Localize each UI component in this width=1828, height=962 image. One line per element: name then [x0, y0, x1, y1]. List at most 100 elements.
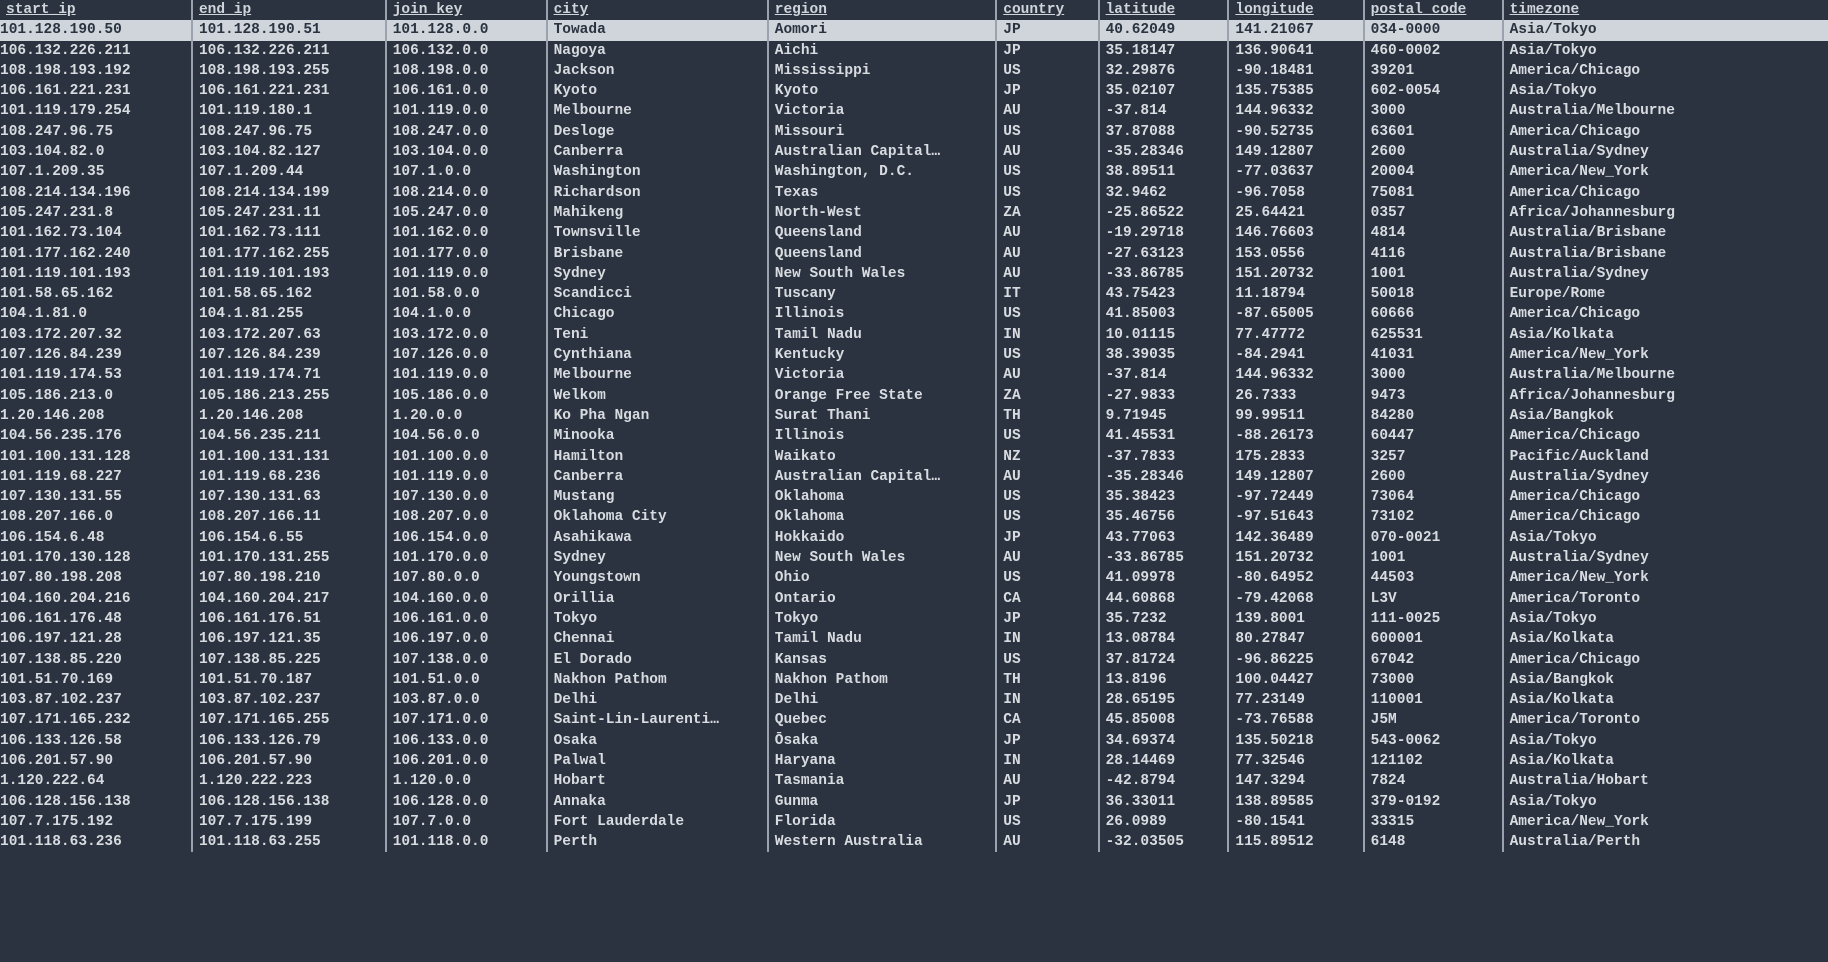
column-header-postal_code[interactable]: postal_code [1364, 0, 1503, 20]
table-row[interactable]: 107.7.175.192107.7.175.199107.7.0.0Fort … [0, 812, 1828, 832]
table-row[interactable]: 106.154.6.48106.154.6.55106.154.0.0Asahi… [0, 528, 1828, 548]
table-row[interactable]: 104.56.235.176104.56.235.211104.56.0.0Mi… [0, 426, 1828, 446]
cell-country: ZA [996, 386, 1098, 406]
data-table[interactable]: start_ipend_ipjoin_keycityregioncountryl… [0, 0, 1828, 852]
cell-start_ip: 101.170.130.128 [0, 548, 192, 568]
cell-longitude: 115.89512 [1228, 832, 1363, 852]
cell-longitude: 100.04427 [1228, 670, 1363, 690]
cell-timezone: America/Chicago [1503, 183, 1828, 203]
table-row[interactable]: 101.177.162.240101.177.162.255101.177.0.… [0, 244, 1828, 264]
table-row[interactable]: 105.247.231.8105.247.231.11105.247.0.0Ma… [0, 203, 1828, 223]
cell-latitude: 36.33011 [1099, 792, 1229, 812]
table-row[interactable]: 108.247.96.75108.247.96.75108.247.0.0Des… [0, 122, 1828, 142]
cell-start_ip: 106.154.6.48 [0, 528, 192, 548]
column-header-join_key[interactable]: join_key [386, 0, 547, 20]
cell-join_key: 103.104.0.0 [386, 142, 547, 162]
cell-postal_code: J5M [1364, 710, 1503, 730]
table-row[interactable]: 108.198.193.192108.198.193.255108.198.0.… [0, 61, 1828, 81]
cell-start_ip: 105.247.231.8 [0, 203, 192, 223]
table-row[interactable]: 107.126.84.239107.126.84.239107.126.0.0C… [0, 345, 1828, 365]
cell-city: Fort Lauderdale [547, 812, 768, 832]
cell-latitude: 44.60868 [1099, 589, 1229, 609]
table-row[interactable]: 103.172.207.32103.172.207.63103.172.0.0T… [0, 325, 1828, 345]
table-row[interactable]: 105.186.213.0105.186.213.255105.186.0.0W… [0, 386, 1828, 406]
cell-timezone: Pacific/Auckland [1503, 447, 1828, 467]
cell-start_ip: 107.171.165.232 [0, 710, 192, 730]
column-header-end_ip[interactable]: end_ip [192, 0, 386, 20]
cell-postal_code: 39201 [1364, 61, 1503, 81]
cell-postal_code: 60666 [1364, 304, 1503, 324]
table-row[interactable]: 107.1.209.35107.1.209.44107.1.0.0Washing… [0, 162, 1828, 182]
table-row[interactable]: 1.120.222.641.120.222.2231.120.0.0Hobart… [0, 771, 1828, 791]
cell-longitude: 144.96332 [1228, 101, 1363, 121]
cell-region: Australian Capital… [768, 142, 997, 162]
table-row[interactable]: 101.119.68.227101.119.68.236101.119.0.0C… [0, 467, 1828, 487]
column-header-timezone[interactable]: timezone [1503, 0, 1828, 20]
cell-timezone: America/New_York [1503, 162, 1828, 182]
cell-join_key: 107.80.0.0 [386, 568, 547, 588]
cell-country: JP [996, 528, 1098, 548]
table-row[interactable]: 108.214.134.196108.214.134.199108.214.0.… [0, 183, 1828, 203]
cell-join_key: 1.120.0.0 [386, 771, 547, 791]
table-row[interactable]: 106.161.176.48106.161.176.51106.161.0.0T… [0, 609, 1828, 629]
table-row[interactable]: 106.197.121.28106.197.121.35106.197.0.0C… [0, 629, 1828, 649]
table-row[interactable]: 101.170.130.128101.170.131.255101.170.0.… [0, 548, 1828, 568]
table-row[interactable]: 1.20.146.2081.20.146.2081.20.0.0Ko Pha N… [0, 406, 1828, 426]
cell-join_key: 107.171.0.0 [386, 710, 547, 730]
cell-latitude: 13.08784 [1099, 629, 1229, 649]
cell-city: Chicago [547, 304, 768, 324]
table-row[interactable]: 101.118.63.236101.118.63.255101.118.0.0P… [0, 832, 1828, 852]
cell-region: Washington, D.C. [768, 162, 997, 182]
table-row[interactable]: 107.171.165.232107.171.165.255107.171.0.… [0, 710, 1828, 730]
cell-timezone: Asia/Kolkata [1503, 629, 1828, 649]
cell-longitude: -73.76588 [1228, 710, 1363, 730]
column-header-country[interactable]: country [996, 0, 1098, 20]
cell-latitude: 32.29876 [1099, 61, 1229, 81]
cell-join_key: 104.56.0.0 [386, 426, 547, 446]
table-row[interactable]: 107.80.198.208107.80.198.210107.80.0.0Yo… [0, 568, 1828, 588]
table-row[interactable]: 101.119.179.254101.119.180.1101.119.0.0M… [0, 101, 1828, 121]
table-row[interactable]: 107.138.85.220107.138.85.225107.138.0.0E… [0, 650, 1828, 670]
table-row[interactable]: 106.132.226.211106.132.226.211106.132.0.… [0, 41, 1828, 61]
cell-timezone: America/Chicago [1503, 426, 1828, 446]
table-row[interactable]: 106.161.221.231106.161.221.231106.161.0.… [0, 81, 1828, 101]
table-row[interactable]: 101.100.131.128101.100.131.131101.100.0.… [0, 447, 1828, 467]
table-row[interactable]: 104.1.81.0104.1.81.255104.1.0.0ChicagoIl… [0, 304, 1828, 324]
column-header-region[interactable]: region [768, 0, 997, 20]
table-row[interactable]: 101.119.101.193101.119.101.193101.119.0.… [0, 264, 1828, 284]
cell-city: Cynthiana [547, 345, 768, 365]
cell-postal_code: 1001 [1364, 548, 1503, 568]
cell-region: Tamil Nadu [768, 325, 997, 345]
cell-join_key: 106.132.0.0 [386, 41, 547, 61]
cell-end_ip: 101.170.131.255 [192, 548, 386, 568]
column-header-longitude[interactable]: longitude [1228, 0, 1363, 20]
table-row[interactable]: 108.207.166.0108.207.166.11108.207.0.0Ok… [0, 507, 1828, 527]
cell-timezone: America/Toronto [1503, 710, 1828, 730]
cell-longitude: 146.76603 [1228, 223, 1363, 243]
cell-longitude: -79.42068 [1228, 589, 1363, 609]
cell-country: IN [996, 629, 1098, 649]
column-header-latitude[interactable]: latitude [1099, 0, 1229, 20]
table-row[interactable]: 103.87.102.237103.87.102.237103.87.0.0De… [0, 690, 1828, 710]
cell-end_ip: 106.128.156.138 [192, 792, 386, 812]
cell-end_ip: 106.132.226.211 [192, 41, 386, 61]
cell-region: Aomori [768, 20, 997, 40]
table-row[interactable]: 101.58.65.162101.58.65.162101.58.0.0Scan… [0, 284, 1828, 304]
cell-country: AU [996, 223, 1098, 243]
table-row[interactable]: 107.130.131.55107.130.131.63107.130.0.0M… [0, 487, 1828, 507]
cell-latitude: -27.9833 [1099, 386, 1229, 406]
table-row[interactable]: 104.160.204.216104.160.204.217104.160.0.… [0, 589, 1828, 609]
cell-postal_code: 7824 [1364, 771, 1503, 791]
table-row[interactable]: 101.162.73.104101.162.73.111101.162.0.0T… [0, 223, 1828, 243]
column-header-start_ip[interactable]: start_ip [0, 0, 192, 20]
table-row[interactable]: 103.104.82.0103.104.82.127103.104.0.0Can… [0, 142, 1828, 162]
table-row[interactable]: 101.128.190.50101.128.190.51101.128.0.0T… [0, 20, 1828, 40]
column-header-city[interactable]: city [547, 0, 768, 20]
table-row[interactable]: 106.133.126.58106.133.126.79106.133.0.0O… [0, 731, 1828, 751]
table-row[interactable]: 101.51.70.169101.51.70.187101.51.0.0Nakh… [0, 670, 1828, 690]
cell-city: Palwal [547, 751, 768, 771]
table-row[interactable]: 106.201.57.90106.201.57.90106.201.0.0Pal… [0, 751, 1828, 771]
table-row[interactable]: 106.128.156.138106.128.156.138106.128.0.… [0, 792, 1828, 812]
table-row[interactable]: 101.119.174.53101.119.174.71101.119.0.0M… [0, 365, 1828, 385]
cell-start_ip: 101.177.162.240 [0, 244, 192, 264]
